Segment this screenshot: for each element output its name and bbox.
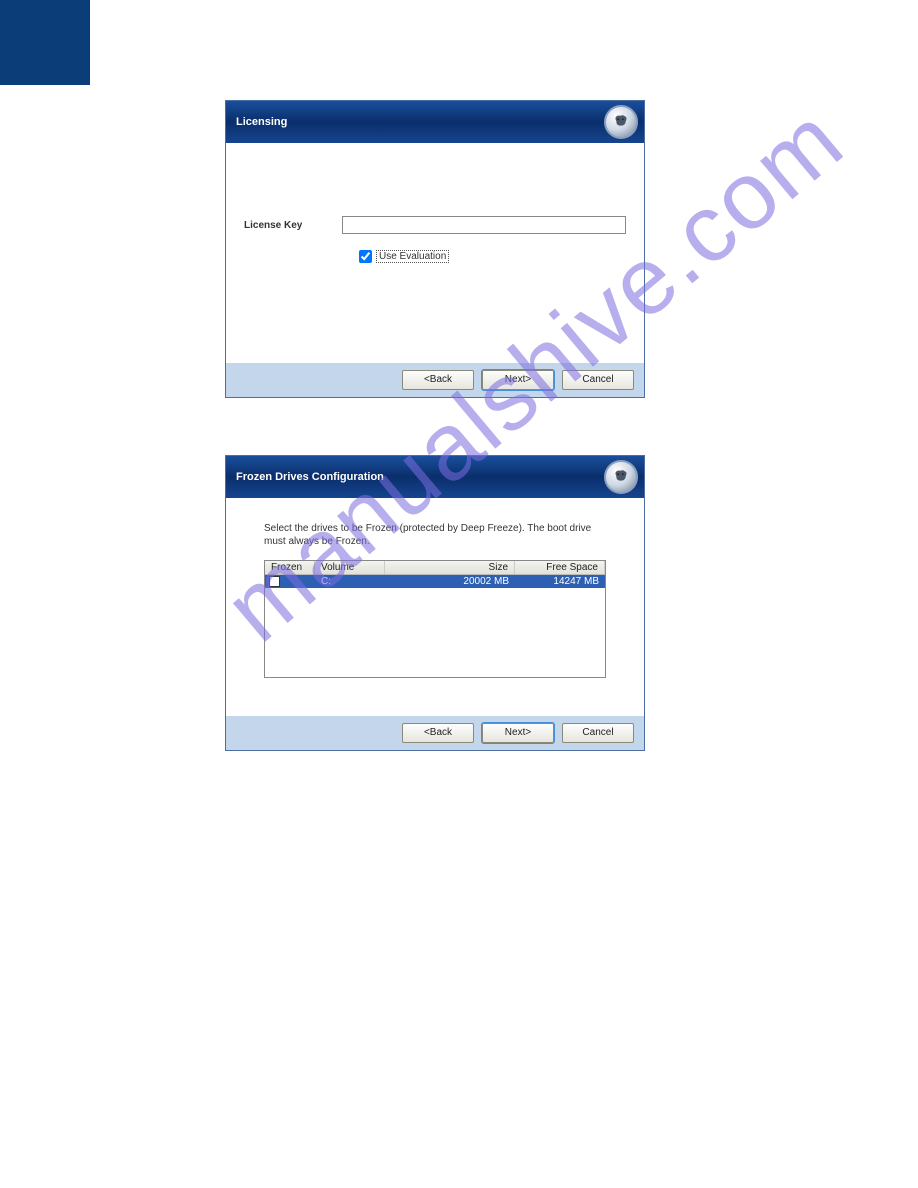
license-key-input[interactable] [342, 216, 626, 234]
next-button[interactable]: Next> [482, 370, 554, 390]
polar-bear-icon [604, 460, 638, 494]
col-frozen-header[interactable]: Frozen [265, 561, 315, 574]
dialog-header: Frozen Drives Configuration [226, 456, 644, 498]
row-frozen-cell[interactable] [265, 575, 315, 588]
instruction-text: Select the drives to be Frozen (protecte… [264, 522, 606, 548]
cancel-button[interactable]: Cancel [562, 370, 634, 390]
drives-table: Frozen Volume Size Free Space C: 20002 M… [264, 560, 606, 678]
table-row[interactable]: C: 20002 MB 14247 MB [265, 575, 605, 588]
license-key-label: License Key [244, 220, 302, 231]
col-volume-header[interactable]: Volume [315, 561, 385, 574]
polar-bear-icon [604, 105, 638, 139]
back-button[interactable]: <Back [402, 723, 474, 743]
next-button[interactable]: Next> [482, 723, 554, 743]
use-evaluation-label: Use Evaluation [376, 250, 449, 263]
cancel-button[interactable]: Cancel [562, 723, 634, 743]
dialog-header: Licensing [226, 101, 644, 143]
back-button[interactable]: <Back [402, 370, 474, 390]
use-evaluation-checkbox[interactable] [359, 250, 372, 263]
dialog-body: License Key Use Evaluation [226, 143, 644, 363]
col-free-header[interactable]: Free Space [515, 561, 605, 574]
row-size-cell: 20002 MB [385, 575, 515, 588]
page-corner-block [0, 0, 90, 85]
dialog-title: Licensing [236, 116, 287, 128]
dialog-footer: <Back Next> Cancel [226, 363, 644, 397]
table-header-row: Frozen Volume Size Free Space [265, 561, 605, 575]
frozen-drives-dialog: Frozen Drives Configuration Select the d… [225, 455, 645, 751]
col-size-header[interactable]: Size [385, 561, 515, 574]
licensing-dialog: Licensing License Key Use Evaluation <Ba… [225, 100, 645, 398]
dialog-body: Select the drives to be Frozen (protecte… [226, 498, 644, 716]
dialog-title: Frozen Drives Configuration [236, 471, 384, 483]
row-free-cell: 14247 MB [515, 575, 605, 588]
row-volume-cell: C: [315, 575, 385, 588]
drive-checkbox[interactable] [269, 576, 280, 587]
dialog-footer: <Back Next> Cancel [226, 716, 644, 750]
